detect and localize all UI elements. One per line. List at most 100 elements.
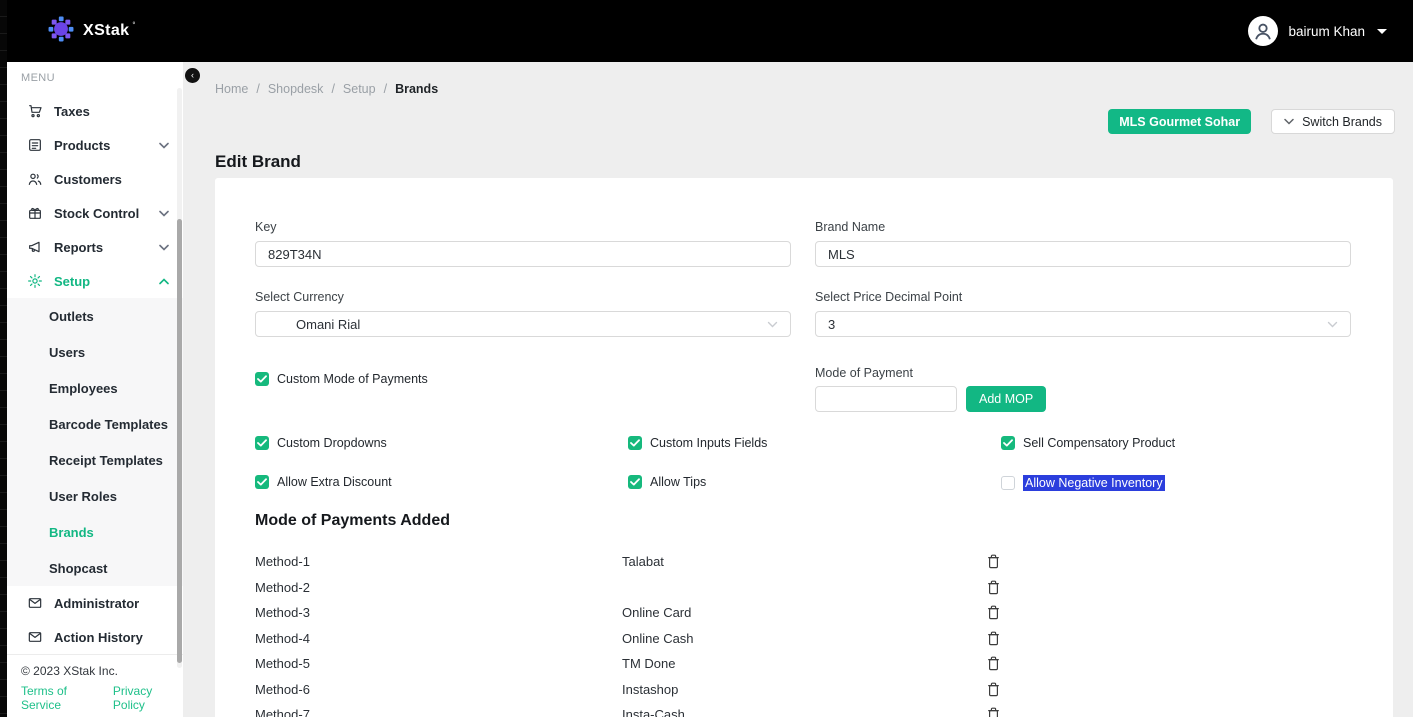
setup-submenu: Outlets Users Employees Barcode Template… bbox=[7, 298, 183, 586]
custom-inputs-fields-label: Custom Inputs Fields bbox=[650, 436, 767, 450]
trash-icon[interactable] bbox=[987, 580, 1000, 595]
trash-icon[interactable] bbox=[987, 707, 1000, 717]
breadcrumb-home[interactable]: Home bbox=[215, 82, 248, 96]
decimal-point-select[interactable]: 3 bbox=[815, 311, 1351, 337]
chevron-up-icon bbox=[159, 278, 169, 285]
sidebar-item-action-history[interactable]: Action History bbox=[7, 620, 183, 654]
page-title: Edit Brand bbox=[215, 152, 301, 172]
key-input[interactable] bbox=[255, 241, 791, 267]
checkbox-unchecked-icon bbox=[1001, 476, 1015, 490]
sidebar-item-label: Taxes bbox=[54, 104, 90, 119]
trash-icon[interactable] bbox=[987, 554, 1000, 569]
sidebar-scrollbar-thumb[interactable] bbox=[177, 219, 182, 663]
checkbox-checked-icon bbox=[255, 475, 269, 489]
custom-inputs-fields-checkbox[interactable]: Custom Inputs Fields bbox=[628, 436, 767, 450]
copyright-text: © 2023 XStak Inc. bbox=[21, 664, 183, 678]
brand-logo[interactable]: XStak ° bbox=[48, 16, 136, 47]
sidebar-item-label: Products bbox=[54, 138, 110, 153]
payment-row: Method-3 Online Card bbox=[255, 600, 1355, 626]
currency-select[interactable]: Omani Rial bbox=[255, 311, 791, 337]
sidebar-collapse-button[interactable]: ‹ bbox=[185, 68, 200, 83]
payment-method: Method-5 bbox=[255, 651, 310, 677]
breadcrumb-setup[interactable]: Setup bbox=[343, 82, 376, 96]
mode-of-payment-input[interactable] bbox=[815, 386, 957, 412]
chevron-down-icon bbox=[767, 321, 778, 328]
checkbox-checked-icon bbox=[628, 475, 642, 489]
payment-method: Method-1 bbox=[255, 549, 310, 575]
breadcrumb-separator: / bbox=[384, 82, 387, 96]
trash-icon[interactable] bbox=[987, 682, 1000, 697]
allow-extra-discount-checkbox[interactable]: Allow Extra Discount bbox=[255, 475, 392, 489]
sidebar-item-label: Stock Control bbox=[54, 206, 139, 221]
sidebar-item-products[interactable]: Products bbox=[7, 128, 183, 162]
currency-label: Select Currency bbox=[255, 290, 344, 304]
sidebar-item-employees[interactable]: Employees bbox=[7, 370, 183, 406]
breadcrumb-current: Brands bbox=[395, 82, 438, 96]
megaphone-icon bbox=[27, 239, 43, 255]
payment-method: Method-2 bbox=[255, 575, 310, 601]
sidebar-item-brands[interactable]: Brands bbox=[7, 514, 183, 550]
allow-negative-inventory-checkbox[interactable]: Allow Negative Inventory bbox=[1001, 475, 1165, 491]
privacy-policy-link[interactable]: Privacy Policy bbox=[113, 684, 183, 712]
sidebar-item-receipt-templates[interactable]: Receipt Templates bbox=[7, 442, 183, 478]
payment-name: Talabat bbox=[622, 549, 664, 575]
top-header-bar: XStak ° bairum Khan bbox=[0, 0, 1413, 62]
xstak-logo-icon bbox=[48, 16, 74, 47]
sidebar-item-users[interactable]: Users bbox=[7, 334, 183, 370]
payment-method: Method-7 bbox=[255, 702, 310, 717]
menu-section-label: MENU bbox=[7, 62, 183, 84]
currency-value: Omani Rial bbox=[256, 317, 360, 332]
custom-dropdowns-checkbox[interactable]: Custom Dropdowns bbox=[255, 436, 387, 450]
sidebar-footer: © 2023 XStak Inc. Terms of Service Priva… bbox=[7, 654, 183, 717]
switch-brands-label: Switch Brands bbox=[1302, 115, 1382, 129]
sidebar-item-label: Setup bbox=[54, 274, 90, 289]
sidebar-item-user-roles[interactable]: User Roles bbox=[7, 478, 183, 514]
allow-tips-checkbox[interactable]: Allow Tips bbox=[628, 475, 706, 489]
sidebar-item-administrator[interactable]: Administrator bbox=[7, 586, 183, 620]
brand-name-input[interactable] bbox=[815, 241, 1351, 267]
user-menu[interactable]: bairum Khan bbox=[1248, 16, 1387, 46]
payment-name: Insta-Cash bbox=[622, 702, 685, 717]
sidebar-item-reports[interactable]: Reports bbox=[7, 230, 183, 264]
sidebar-item-shopcast[interactable]: Shopcast bbox=[7, 550, 183, 586]
trash-icon[interactable] bbox=[987, 631, 1000, 646]
current-brand-badge: MLS Gourmet Sohar bbox=[1108, 109, 1251, 134]
sidebar-item-outlets[interactable]: Outlets bbox=[7, 298, 183, 334]
brand-toolbar: MLS Gourmet Sohar Switch Brands bbox=[1108, 109, 1395, 134]
breadcrumb-shopdesk[interactable]: Shopdesk bbox=[268, 82, 324, 96]
switch-brands-button[interactable]: Switch Brands bbox=[1271, 109, 1395, 134]
custom-mop-checkbox[interactable]: Custom Mode of Payments bbox=[255, 372, 428, 386]
main-content: Home/ Shopdesk/ Setup/ Brands MLS Gourme… bbox=[183, 62, 1413, 717]
key-label: Key bbox=[255, 220, 277, 234]
trash-icon[interactable] bbox=[987, 605, 1000, 620]
custom-dropdowns-label: Custom Dropdowns bbox=[277, 436, 387, 450]
sidebar-item-setup[interactable]: Setup bbox=[7, 264, 183, 298]
payment-row: Method-1 Talabat bbox=[255, 549, 1355, 575]
payment-row: Method-6 Instashop bbox=[255, 677, 1355, 703]
users-icon bbox=[27, 171, 43, 187]
sidebar-item-stock-control[interactable]: Stock Control bbox=[7, 196, 183, 230]
sell-compensatory-product-checkbox[interactable]: Sell Compensatory Product bbox=[1001, 436, 1175, 450]
gift-box-icon bbox=[27, 205, 43, 221]
sidebar-item-taxes[interactable]: Taxes bbox=[7, 94, 183, 128]
payment-row: Method-7 Insta-Cash bbox=[255, 702, 1355, 717]
checkbox-checked-icon bbox=[1001, 436, 1015, 450]
add-mop-button[interactable]: Add MOP bbox=[966, 386, 1046, 412]
payments-list: Method-1 Talabat Method-2 Method-3 Onlin… bbox=[255, 549, 1355, 717]
window-edge-strip bbox=[0, 0, 7, 717]
breadcrumb: Home/ Shopdesk/ Setup/ Brands bbox=[215, 82, 438, 96]
chevron-down-icon bbox=[159, 244, 169, 251]
sidebar-nav: Taxes Products Customers Stock Control bbox=[7, 94, 183, 654]
payment-method: Method-6 bbox=[255, 677, 310, 703]
sidebar-item-barcode-templates[interactable]: Barcode Templates bbox=[7, 406, 183, 442]
user-name: bairum Khan bbox=[1288, 24, 1365, 39]
checkbox-checked-icon bbox=[628, 436, 642, 450]
sell-compensatory-product-label: Sell Compensatory Product bbox=[1023, 436, 1175, 450]
payment-row: Method-5 TM Done bbox=[255, 651, 1355, 677]
envelope-icon bbox=[27, 595, 43, 611]
sidebar-item-label: Reports bbox=[54, 240, 103, 255]
trash-icon[interactable] bbox=[987, 656, 1000, 671]
payment-row: Method-4 Online Cash bbox=[255, 626, 1355, 652]
terms-of-service-link[interactable]: Terms of Service bbox=[21, 684, 105, 712]
sidebar-item-customers[interactable]: Customers bbox=[7, 162, 183, 196]
